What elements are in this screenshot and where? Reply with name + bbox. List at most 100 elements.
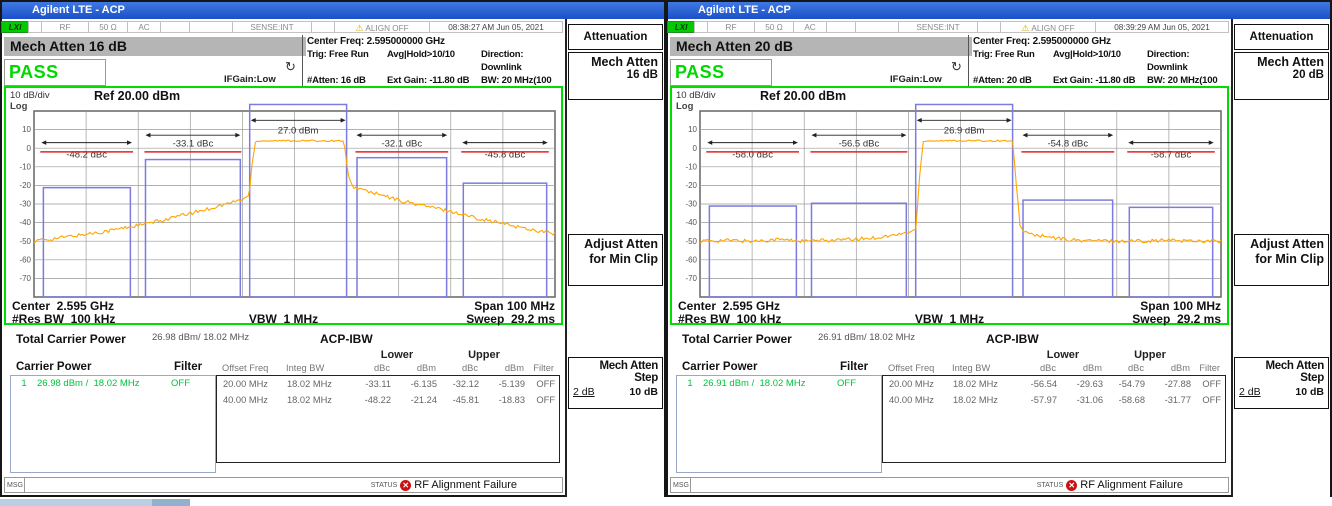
adjust-atten-softkey[interactable]: Adjust Atten for Min Clip bbox=[568, 234, 663, 286]
col-integ-bw: Integ BW bbox=[950, 363, 1020, 373]
menu-title: Attenuation bbox=[1234, 24, 1329, 50]
table-row: 40.00 MHz 18.02 MHz -48.22 -21.24 -45.81… bbox=[217, 392, 559, 408]
window-titlebar[interactable]: Agilent LTE - ACP bbox=[2, 2, 664, 19]
mech-atten-value: 20 dB bbox=[1239, 69, 1324, 81]
svg-text:-32.1 dBc: -32.1 dBc bbox=[381, 139, 422, 150]
adjust-atten-softkey[interactable]: Adjust Atten for Min Clip bbox=[1234, 234, 1329, 286]
error-icon: ✕ bbox=[400, 480, 411, 491]
active-function-label: Mech Atten 20 dB bbox=[676, 38, 793, 54]
acp-cell: -21.24 bbox=[395, 393, 441, 408]
pass-label: PASS bbox=[5, 62, 59, 83]
carrier-row: 1 26.98 dBm / 18.02 MHz OFF bbox=[11, 376, 215, 392]
msg-label: MSG bbox=[671, 478, 691, 492]
table-row: 20.00 MHz 18.02 MHz -33.11 -6.135 -32.12… bbox=[217, 376, 559, 392]
if-gain-label: IFGain:Low bbox=[890, 74, 942, 85]
upper-group-label: Upper bbox=[440, 349, 528, 361]
status-message: RF Alignment Failure bbox=[1080, 479, 1183, 491]
vbw-annotation: VBW 1 MHz bbox=[193, 312, 374, 326]
trig-label: Trig: Free Run bbox=[307, 48, 387, 74]
acp-group-header: Lower Upper bbox=[882, 349, 1226, 361]
msg-label: MSG bbox=[5, 478, 25, 492]
status-cell-empty bbox=[977, 21, 1001, 33]
carrier-index: 1 bbox=[11, 376, 37, 392]
mech-atten-step-softkey[interactable]: Mech Atten Step 2 dB 10 dB bbox=[1234, 357, 1329, 409]
rf-indicator: RF bbox=[41, 21, 89, 33]
trig-label: Trig: Free Run bbox=[973, 48, 1053, 74]
acp-cell: 20.00 MHz bbox=[221, 377, 285, 392]
sense-indicator: SENSE:INT bbox=[232, 21, 312, 33]
acp-ibw-label: ACP-IBW bbox=[986, 332, 1039, 346]
if-gain-label: IFGain:Low bbox=[224, 74, 276, 85]
total-carrier-power-value: 26.98 dBm/ 18.02 MHz bbox=[152, 332, 249, 343]
acp-cell: -6.135 bbox=[395, 377, 441, 392]
mech-atten-softkey[interactable]: Mech Atten 16 dB bbox=[568, 52, 663, 100]
coupling-indicator: AC bbox=[793, 21, 827, 33]
svg-text:-70: -70 bbox=[19, 274, 31, 283]
vbw-annotation: VBW 1 MHz bbox=[859, 312, 1040, 326]
window-title: Agilent LTE - ACP bbox=[32, 4, 125, 16]
acp-cell: 18.02 MHz bbox=[951, 393, 1021, 408]
mech-atten-step-softkey[interactable]: Mech Atten Step 2 dB 10 dB bbox=[568, 357, 663, 409]
carrier-filter-header: Filter bbox=[174, 361, 202, 373]
svg-text:-40: -40 bbox=[685, 218, 697, 227]
acp-cell: -45.81 bbox=[441, 393, 483, 408]
step-option-10db[interactable]: 10 dB bbox=[629, 386, 658, 398]
col-filter: Filter bbox=[528, 363, 558, 373]
carrier-power-header: Carrier Power bbox=[682, 361, 757, 373]
status-cell-empty bbox=[28, 21, 42, 33]
status-label: STATUS bbox=[371, 482, 398, 489]
clock: 08:38:27 AM Jun 05, 2021 bbox=[429, 21, 563, 33]
window-titlebar[interactable]: Agilent LTE - ACP bbox=[668, 2, 1330, 19]
lower-group-label: Lower bbox=[1020, 349, 1106, 361]
menu-title-label: Attenuation bbox=[1250, 31, 1314, 43]
span-annotation: Span 100 MHz bbox=[284, 299, 556, 313]
measurement-results: Total Carrier Power 26.98 dBm/ 18.02 MHz… bbox=[2, 327, 563, 477]
pass-indicator: PASS bbox=[670, 59, 772, 86]
pass-indicator: PASS bbox=[4, 59, 106, 86]
mech-atten-softkey[interactable]: Mech Atten 20 dB bbox=[1234, 52, 1329, 100]
svg-text:-60: -60 bbox=[19, 255, 31, 264]
lxi-badge: LXI bbox=[1, 21, 29, 33]
step-option-2db[interactable]: 2 dB bbox=[1239, 386, 1261, 398]
acp-cell: -57.97 bbox=[1021, 393, 1061, 408]
align-off-label: ALIGN OFF bbox=[365, 24, 408, 33]
carrier-filter-value: OFF bbox=[837, 376, 881, 392]
pass-label: PASS bbox=[671, 62, 725, 83]
rbw-annotation: #Res BW 100 kHz bbox=[678, 312, 859, 326]
total-carrier-power-value: 26.91 dBm/ 18.02 MHz bbox=[818, 332, 915, 343]
step-option-10db[interactable]: 10 dB bbox=[1295, 386, 1324, 398]
background-window-edge bbox=[0, 499, 190, 506]
svg-text:-20: -20 bbox=[685, 181, 697, 190]
acp-group-header: Lower Upper bbox=[216, 349, 560, 361]
center-annotation: Center 2.595 GHz bbox=[12, 299, 284, 313]
status-message: RF Alignment Failure bbox=[414, 479, 517, 491]
svg-text:-70: -70 bbox=[685, 274, 697, 283]
menu-title: Attenuation bbox=[568, 24, 663, 50]
svg-text:-50: -50 bbox=[19, 237, 31, 246]
screenshot-stage: Agilent LTE - ACP LXI RF 50 Ω AC SENSE:I… bbox=[0, 0, 1332, 506]
acp-cell: -32.12 bbox=[441, 377, 483, 392]
step-option-2db[interactable]: 2 dB bbox=[573, 386, 595, 398]
measurement-results: Total Carrier Power 26.91 dBm/ 18.02 MHz… bbox=[668, 327, 1229, 477]
svg-text:0: 0 bbox=[27, 144, 32, 153]
lower-group-label: Lower bbox=[354, 349, 440, 361]
col-integ-bw: Integ BW bbox=[284, 363, 354, 373]
rotate-arrow-icon: ↻ bbox=[951, 59, 962, 75]
acp-cell: -56.54 bbox=[1021, 377, 1061, 392]
svg-text:-60: -60 bbox=[685, 255, 697, 264]
clock: 08:39:29 AM Jun 05, 2021 bbox=[1095, 21, 1229, 33]
avg-hold-label: Avg|Hold>10/10 bbox=[1053, 48, 1147, 74]
acp-column-headers: Offset Freq Integ BW dBc dBm dBc dBm Fil… bbox=[216, 363, 560, 373]
carrier-index: 1 bbox=[677, 376, 703, 392]
mech-atten-step-label: Mech Atten Step bbox=[573, 360, 658, 384]
acp-cell: OFF bbox=[529, 377, 559, 392]
acp-cell: 20.00 MHz bbox=[887, 377, 951, 392]
col-filter: Filter bbox=[1194, 363, 1224, 373]
svg-text:-10: -10 bbox=[19, 162, 31, 171]
center-freq-label: Center Freq: 2.595000000 GHz bbox=[307, 35, 564, 48]
center-annotation: Center 2.595 GHz bbox=[678, 299, 950, 313]
spectrum-display: 10 dB/div Log Ref 20.00 dBm 100-10-20-30… bbox=[670, 86, 1229, 325]
total-carrier-power-label: Total Carrier Power bbox=[16, 332, 126, 346]
acp-cell: -27.88 bbox=[1149, 377, 1195, 392]
acp-cell: -33.11 bbox=[355, 377, 395, 392]
